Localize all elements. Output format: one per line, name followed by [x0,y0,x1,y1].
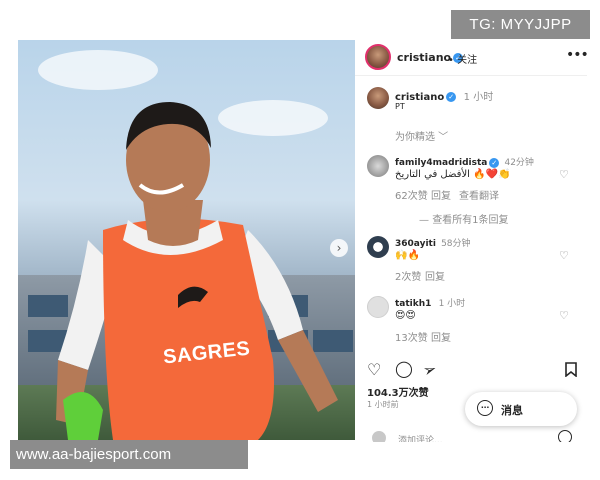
comment-like-count: 62次赞 [395,191,428,202]
comment-text: الأفضل في التاريخ 🔥❤️👏 [395,169,511,180]
messages-button[interactable]: ⋯ 消息 [465,392,577,426]
caption-author[interactable]: cristiano ✓ 1 小时 [395,88,493,103]
message-icon: ⋯ [477,400,493,416]
heart-icon[interactable]: ♡ [367,360,381,379]
post-photo[interactable]: SAGRES [18,40,355,440]
avatar[interactable] [367,296,389,318]
translate-toggle[interactable]: 为你精选 ﹀ [395,128,448,143]
reply-button[interactable]: 回复 [425,268,445,283]
comment-like-count: 13次赞 [395,333,428,344]
comment-author[interactable]: 360ayiti 58分钟 [395,236,471,249]
comment-author[interactable]: family4madridista ✓ 42分钟 [395,155,534,168]
heart-icon[interactable]: ♡ [559,249,569,262]
watermark-bottom: www.aa-bajiesport.com [10,440,248,469]
action-bar: ♡ ◯ ➢ [355,358,587,382]
comment-text: 🙌🔥 [395,250,420,261]
comment-text: 😍😍 [395,310,416,321]
verified-icon: ✓ [446,92,457,102]
chevron-right-icon[interactable]: › [330,239,348,257]
verified-icon: ✓ [489,157,500,168]
reply-button[interactable]: 回复 [431,329,451,344]
comment-time: 58分钟 [441,239,471,249]
emoji-icon[interactable] [558,430,572,442]
see-translation-button[interactable]: 查看翻译 [459,187,499,202]
bookmark-icon[interactable] [565,362,577,377]
post-panel: cristiano ✓ • 关注 ••• cristiano ✓ 1 小时 PT 为… [355,40,589,440]
avatar [372,431,386,442]
avatar[interactable] [365,44,391,70]
watermark-top: TG: MYYJJPP [451,10,590,39]
post-header: cristiano ✓ • 关注 ••• [355,40,589,76]
comment-input[interactable]: 添加评论... [398,433,443,442]
like-count[interactable]: 104.3万次赞 [367,384,429,399]
avatar[interactable] [367,87,389,109]
reply-button[interactable]: 回复 [431,187,451,202]
caption-text: PT [395,102,405,111]
avatar[interactable] [367,155,389,177]
send-icon[interactable]: ➢ [420,358,439,380]
post-time: 1 小时前 [367,400,399,409]
comment-time: 1 小时 [438,299,466,309]
heart-icon[interactable]: ♡ [559,309,569,322]
messages-label: 消息 [501,404,523,417]
comment-time: 42分钟 [504,158,534,168]
follow-button[interactable]: • 关注 [448,51,477,66]
avatar[interactable] [367,236,389,258]
view-replies-link[interactable]: — 查看所有1条回复 [419,211,509,226]
comment-icon[interactable]: ◯ [395,359,413,378]
comment-input-bar: 添加评论... [368,428,588,442]
heart-icon[interactable]: ♡ [559,168,569,181]
comment-author[interactable]: tatikh1 1 小时 [395,296,465,309]
player-figure [56,102,338,440]
comment-like-count: 2次赞 [395,272,422,283]
caption-time: 1 小时 [463,92,494,103]
more-horizontal-icon[interactable]: ••• [566,47,589,63]
